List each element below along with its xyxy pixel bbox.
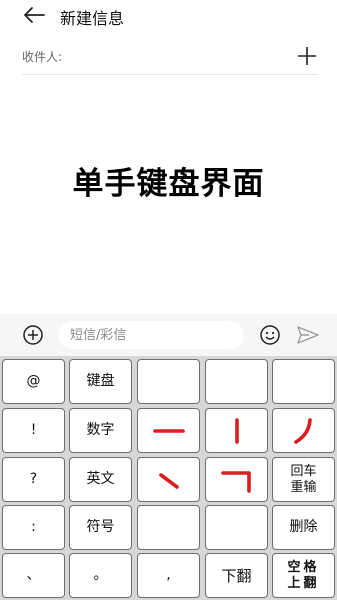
key-at[interactable]: @ — [2, 359, 65, 404]
key-blank[interactable] — [205, 359, 268, 404]
key-number[interactable]: 数字 — [69, 408, 132, 453]
key-english[interactable]: 英文 — [69, 457, 132, 502]
key-period[interactable]: 。 — [69, 553, 132, 598]
key-symbol[interactable]: 符号 — [69, 505, 132, 550]
smiley-icon[interactable] — [259, 324, 281, 346]
stroke-zhe-icon — [220, 470, 251, 493]
key-label-line2: 重输 — [290, 479, 317, 495]
key-delete[interactable]: 删除 — [272, 505, 335, 550]
key-label: , — [166, 567, 171, 584]
key-enumeration-comma[interactable]: 、 — [2, 553, 65, 598]
key-blank[interactable] — [272, 359, 335, 404]
key-label: : — [31, 519, 36, 536]
send-icon[interactable] — [296, 324, 320, 346]
sms-input[interactable] — [58, 321, 244, 349]
recipient-label: 收件人: — [22, 50, 63, 64]
key-stroke-heng[interactable] — [137, 408, 200, 453]
key-page-down[interactable]: 下翻 — [205, 553, 268, 598]
page-title: 新建信息 — [60, 9, 125, 28]
circle-plus-icon[interactable] — [22, 324, 44, 346]
key-comma[interactable]: , — [137, 553, 200, 598]
recipient-row[interactable]: 收件人: — [22, 40, 318, 75]
key-space-page-up[interactable]: 空格 上翻 — [272, 553, 335, 598]
key-label: 删除 — [289, 519, 318, 536]
key-label: 、 — [26, 567, 41, 584]
key-label: ? — [29, 471, 38, 488]
key-label: 。 — [93, 567, 108, 584]
key-label: ! — [30, 422, 37, 439]
key-colon[interactable]: : — [2, 505, 65, 550]
stroke-pie-icon — [293, 417, 312, 444]
key-exclamation[interactable]: ! — [2, 408, 65, 453]
overlay-caption: 单手键盘界面 — [72, 166, 265, 202]
key-blank[interactable] — [137, 505, 200, 550]
key-label: 键盘 — [86, 373, 115, 390]
add-recipient-plus-icon[interactable] — [296, 45, 318, 67]
key-label: 英文 — [86, 471, 115, 488]
key-blank[interactable] — [137, 359, 200, 404]
stroke-heng-icon — [152, 428, 185, 433]
key-enter-reset[interactable]: 回车 重输 — [272, 457, 335, 502]
back-arrow-icon[interactable] — [22, 5, 46, 25]
key-question[interactable]: ? — [2, 457, 65, 502]
stroke-shu-icon — [234, 417, 239, 444]
header: 新建信息 — [0, 0, 337, 32]
key-stroke-pie[interactable] — [272, 408, 335, 453]
key-blank[interactable] — [205, 505, 268, 550]
key-label: 下翻 — [221, 566, 252, 585]
key-label: 数字 — [86, 422, 115, 439]
stroke-dian-icon — [158, 472, 179, 489]
key-keyboard[interactable]: 键盘 — [69, 359, 132, 404]
key-stroke-zhe[interactable] — [205, 457, 268, 502]
key-label: 符号 — [86, 519, 115, 536]
key-label: @ — [26, 373, 41, 390]
key-stroke-shu[interactable] — [205, 408, 268, 453]
one-handed-keyboard: @ 键盘 ! 数字 ? 英文 回车 重输 : 符号 删除 、 。 , 下翻 空格… — [0, 356, 337, 600]
key-label-line1: 空格 — [287, 559, 320, 575]
key-stroke-dian[interactable] — [137, 457, 200, 502]
key-label-line2: 上翻 — [287, 575, 320, 591]
compose-bar — [0, 314, 337, 356]
key-label-line1: 回车 — [290, 463, 317, 479]
